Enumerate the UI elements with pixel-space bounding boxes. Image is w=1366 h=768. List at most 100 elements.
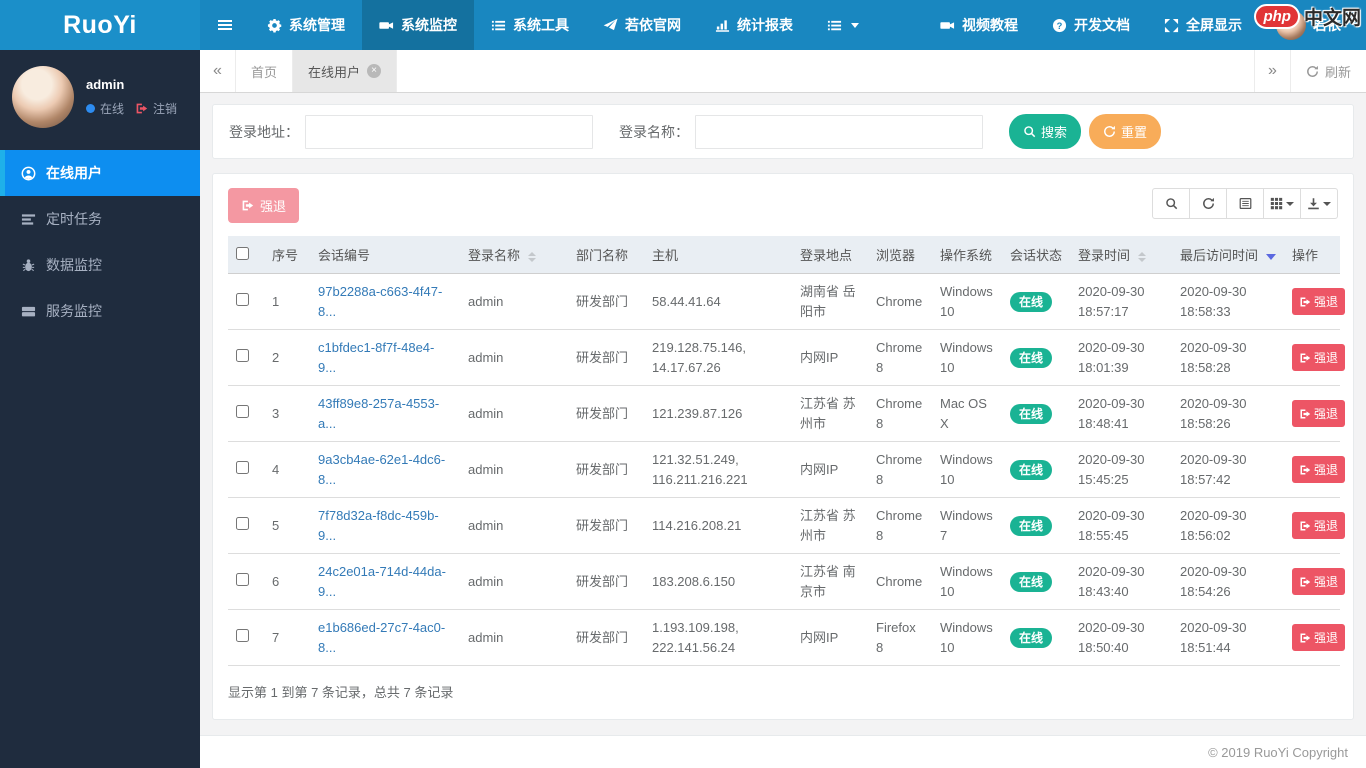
force-logout-row-button[interactable]: 强退 — [1292, 512, 1346, 539]
tabs-scroll-left-button[interactable]: « — [200, 50, 236, 92]
signout-icon — [1299, 632, 1311, 644]
double-left-icon: « — [213, 62, 222, 79]
tab-home[interactable]: 首页 — [236, 50, 294, 92]
row-checkbox[interactable] — [236, 516, 249, 530]
row-checkbox[interactable] — [236, 628, 249, 642]
column-header: 操作 — [1284, 236, 1340, 274]
cell-dept: 研发部门 — [568, 497, 644, 554]
list-icon — [491, 18, 506, 33]
force-logout-row-button[interactable]: 强退 — [1292, 568, 1346, 595]
nav-item-fullscreen[interactable]: 全屏显示 — [1147, 0, 1259, 50]
cell-login-time: 2020-09-30 18:43:40 — [1070, 553, 1172, 610]
row-checkbox[interactable] — [236, 348, 249, 362]
cell-os: Windows 7 — [932, 497, 1002, 554]
force-logout-row-button[interactable]: 强退 — [1292, 624, 1346, 651]
row-checkbox[interactable] — [236, 292, 249, 306]
tab-online-users[interactable]: 在线用户 × — [293, 50, 398, 92]
sidebar-item-server-monitor[interactable]: 服务监控 — [0, 288, 200, 334]
cell-host: 183.208.6.150 — [644, 553, 792, 610]
session-id-link[interactable]: e1b686ed-27c7-4ac0-8... — [318, 620, 445, 655]
logout-link[interactable]: 注销 — [153, 100, 177, 117]
panel-toolbar: 强退 — [228, 188, 1338, 223]
column-header[interactable]: 登录时间 — [1070, 236, 1172, 274]
column-header[interactable]: 登录名称 — [460, 236, 568, 274]
cell-last-access-time: 2020-09-30 18:51:44 — [1172, 609, 1284, 666]
cell-os: Windows 10 — [940, 284, 993, 319]
table-row: 4 9a3cb4ae-62e1-4dc6-8... admin 研发部门 121.32.… — [228, 441, 1346, 498]
tabbar-spacer — [397, 50, 1254, 92]
status-badge: 在线 — [1010, 571, 1053, 592]
login-name-label: 登录名称： — [619, 123, 689, 140]
table-refresh-button[interactable] — [1189, 188, 1227, 219]
copyright-text: © 2019 RuoYi Copyright — [1208, 744, 1348, 760]
select-all-checkbox[interactable] — [236, 246, 249, 260]
sidebar-item-data-monitor[interactable]: 数据监控 — [0, 242, 200, 288]
nav-item-system-manage[interactable]: 系统管理 — [250, 0, 362, 50]
top-navbar: RuoYi 系统管理 系统监控 系统工具 若依官网 统计报表 视频教程 开发文档 全屏显示 若… — [0, 0, 1366, 50]
nav-item-more-menu[interactable] — [810, 0, 876, 50]
cell-login-name: admin — [460, 497, 568, 554]
cell-browser: Chrome — [868, 553, 932, 610]
force-logout-batch-button[interactable]: 强退 — [228, 188, 300, 223]
tab-bar: « 首页 在线用户 × » 刷新 — [200, 50, 1366, 93]
nav-item-video-tutorial[interactable]: 视频教程 — [923, 0, 1035, 50]
cell-last-access-time: 2020-09-30 18:58:26 — [1172, 385, 1284, 442]
table-row: 7 e1b686ed-27c7-4ac0-8... admin 研发部门 1.193.1… — [228, 609, 1346, 666]
row-checkbox[interactable] — [236, 572, 249, 586]
cell-dept: 研发部门 — [568, 553, 644, 610]
table-row: 6 24c2e01a-714d-44da-9... admin 研发部门 183.208… — [228, 553, 1346, 610]
session-id-link[interactable]: 24c2e01a-714d-44da-9... — [318, 564, 446, 599]
session-id-link[interactable]: 7f78d32a-f8dc-459b-9... — [318, 508, 439, 543]
tab-close-icon[interactable]: × — [367, 64, 382, 78]
navbar-menu-left: 系统管理 系统监控 系统工具 若依官网 统计报表 — [200, 0, 876, 50]
table-search-button[interactable] — [1152, 188, 1190, 219]
table-export-button[interactable] — [1300, 188, 1338, 219]
force-logout-row-button[interactable]: 强退 — [1292, 288, 1346, 315]
cell-os: Windows 10 — [932, 329, 1002, 386]
online-users-panel: 强退 序号 会话编号 登录名称 部门名称 主机 登录地点 浏览器 操作系统 会话状态 登录时间 最后… — [212, 173, 1354, 720]
login-name-input[interactable] — [695, 114, 983, 149]
user-avatar[interactable] — [12, 66, 74, 128]
table-detail-button[interactable] — [1226, 188, 1264, 219]
table-row: 5 7f78d32a-f8dc-459b-9... admin 研发部门 114.216… — [228, 497, 1346, 554]
table-row: 2 c1bfdec1-8f7f-48e4-9... admin 研发部门 219.128… — [228, 329, 1346, 386]
cell-host: 219.128.75.146, 14.17.67.26 — [644, 329, 792, 386]
caret-down-icon — [1323, 201, 1331, 206]
session-id-link[interactable]: 97b2288a-c663-4f47-8... — [318, 284, 442, 319]
double-right-icon: » — [1268, 62, 1277, 79]
nav-item-system-tools[interactable]: 系统工具 — [474, 0, 586, 50]
nav-item-system-monitor[interactable]: 系统监控 — [362, 0, 474, 50]
tabs-scroll-right-button[interactable]: » — [1253, 50, 1290, 92]
force-logout-row-button[interactable]: 强退 — [1292, 456, 1346, 483]
user-name: admin — [86, 77, 125, 92]
sidebar-toggle-button[interactable] — [200, 0, 250, 50]
nav-item-ruoyi-site[interactable]: 若依官网 — [586, 0, 698, 50]
status-badge: 在线 — [1010, 347, 1053, 368]
reset-button[interactable]: 重置 — [1089, 114, 1162, 149]
column-header: 会话状态 — [1002, 236, 1070, 274]
force-logout-row-button[interactable]: 强退 — [1292, 344, 1346, 371]
status-badge: 在线 — [1010, 291, 1053, 312]
status-badge: 在线 — [1010, 403, 1053, 424]
column-header[interactable]: 最后访问时间 — [1172, 236, 1284, 274]
tab-refresh-button[interactable]: 刷新 — [1289, 50, 1366, 92]
nav-item-dev-docs[interactable]: 开发文档 — [1035, 0, 1147, 50]
login-address-input[interactable] — [305, 114, 593, 149]
table-columns-button[interactable] — [1263, 188, 1301, 219]
session-id-link[interactable]: c1bfdec1-8f7f-48e4-9... — [318, 340, 434, 375]
sidebar-item-online-users[interactable]: 在线用户 — [0, 150, 200, 196]
session-id-link[interactable]: 9a3cb4ae-62e1-4dc6-8... — [318, 452, 445, 487]
row-checkbox[interactable] — [236, 404, 249, 418]
signout-icon — [1299, 352, 1311, 364]
sidebar-item-scheduled-tasks[interactable]: 定时任务 — [0, 196, 200, 242]
nav-item-stats-report[interactable]: 统计报表 — [698, 0, 810, 50]
login-address-label: 登录地址： — [229, 123, 299, 140]
cell-index: 7 — [264, 609, 310, 666]
force-logout-row-button[interactable]: 强退 — [1292, 400, 1346, 427]
row-checkbox[interactable] — [236, 460, 249, 474]
cell-last-access-time: 2020-09-30 18:57:42 — [1172, 441, 1284, 498]
session-id-link[interactable]: 43ff89e8-257a-4553-a... — [318, 396, 439, 431]
search-button[interactable]: 搜索 — [1009, 114, 1082, 149]
online-status-label: 在线 — [100, 102, 125, 116]
cell-index: 4 — [264, 441, 310, 498]
